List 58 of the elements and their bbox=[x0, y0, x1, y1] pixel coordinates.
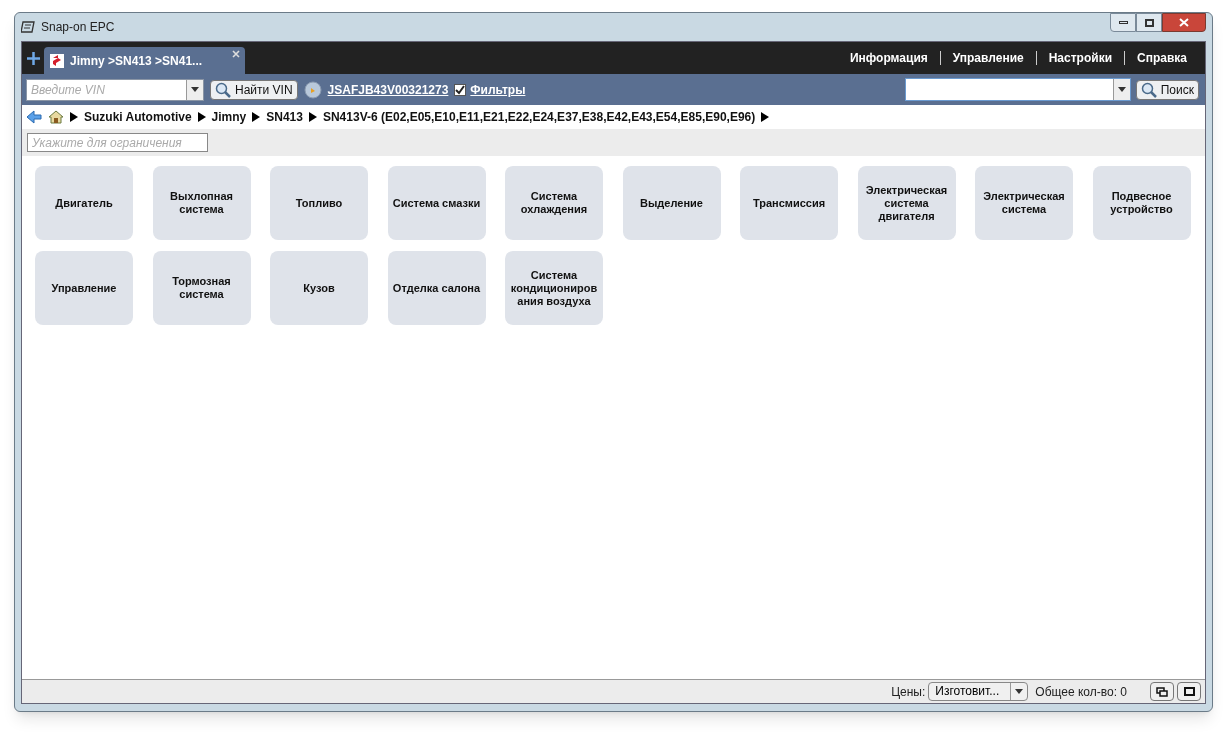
caret-icon bbox=[191, 87, 199, 92]
category-tile[interactable]: Управление bbox=[35, 251, 133, 325]
category-tile[interactable]: Система охлаждения bbox=[505, 166, 603, 240]
triangle-icon bbox=[252, 112, 261, 122]
windows-icon bbox=[1156, 686, 1168, 697]
menu-link[interactable]: Настройки bbox=[1048, 49, 1112, 67]
filters-link[interactable]: Фильтры bbox=[470, 80, 526, 99]
search-combo-field[interactable] bbox=[904, 78, 1131, 101]
minimize-button[interactable] bbox=[1110, 13, 1136, 32]
close-icon[interactable] bbox=[232, 50, 240, 58]
home-icon[interactable] bbox=[48, 110, 64, 124]
triangle-icon bbox=[70, 112, 78, 122]
total-count: Общее кол-во: 0 bbox=[1035, 683, 1127, 701]
menu-link[interactable]: Справка bbox=[1137, 49, 1187, 67]
triangle-icon bbox=[761, 112, 770, 122]
back-arrow-icon[interactable] bbox=[26, 110, 42, 124]
category-tile[interactable]: Система смазки bbox=[387, 166, 486, 240]
category-tile[interactable]: Трансмиссия bbox=[740, 166, 838, 240]
category-tile[interactable]: Электрическая система bbox=[975, 166, 1073, 240]
filter-input-field[interactable]: Укажите для ограничения bbox=[27, 133, 208, 152]
breadcrumb-link[interactable]: SN413 bbox=[266, 108, 303, 126]
menu-link[interactable]: Информация bbox=[849, 49, 928, 67]
category-tile[interactable]: Выхлопная система bbox=[152, 166, 251, 240]
category-tile[interactable]: Отделка салона bbox=[387, 251, 486, 325]
breadcrumb-link[interactable]: Jimny bbox=[211, 108, 247, 126]
find-vin-button[interactable]: Найти VIN bbox=[210, 79, 298, 100]
close-icon bbox=[1179, 18, 1189, 27]
search-icon bbox=[215, 81, 231, 98]
vin-link[interactable]: JSAFJB43V00321273 bbox=[327, 80, 449, 99]
category-tile[interactable]: Система кондиционирования воздуха bbox=[505, 251, 603, 325]
plus-icon bbox=[26, 51, 40, 65]
search-button[interactable]: Поиск bbox=[1135, 79, 1199, 100]
category-tile[interactable]: Топливо bbox=[270, 166, 368, 240]
category-tile[interactable]: Электрическая система двигателя bbox=[857, 166, 956, 240]
caret-icon bbox=[1117, 87, 1126, 92]
window-title: Snap-on EPC bbox=[41, 19, 115, 36]
menu-link[interactable]: Управление bbox=[952, 49, 1024, 67]
category-tile[interactable]: Выделение bbox=[622, 166, 721, 240]
category-tile[interactable]: Двигатель bbox=[35, 166, 133, 240]
triangle-icon bbox=[197, 112, 206, 122]
triangle-icon bbox=[308, 112, 317, 122]
search-icon bbox=[1140, 81, 1157, 98]
prices-dropdown[interactable]: Изготовит... bbox=[928, 682, 1029, 701]
category-tile[interactable]: Подвесное устройство bbox=[1092, 166, 1191, 240]
filters-checkbox[interactable] bbox=[454, 83, 467, 96]
breadcrumb-link[interactable]: SN413V-6 (E02,E05,E10,E11,E21,E22,E24,E37,E38,E42,E43,E54,E85,E90,E96) bbox=[322, 108, 756, 126]
close-button[interactable] bbox=[1162, 13, 1206, 32]
app-logo-icon bbox=[21, 21, 35, 33]
prices-label: Цены: bbox=[891, 683, 926, 701]
brand-logo-icon bbox=[50, 53, 64, 68]
restore-button[interactable] bbox=[1136, 13, 1162, 32]
tab[interactable]: Jimny >SN413 >SN41... bbox=[44, 47, 245, 74]
maximize-button[interactable] bbox=[1177, 682, 1201, 701]
breadcrumb-link[interactable]: Suzuki Automotive bbox=[84, 108, 192, 126]
cascade-windows-button[interactable] bbox=[1150, 682, 1174, 701]
category-tile[interactable]: Кузов bbox=[270, 251, 368, 325]
category-tile[interactable]: Тормозная система bbox=[152, 251, 251, 325]
caret-icon bbox=[1015, 689, 1024, 694]
